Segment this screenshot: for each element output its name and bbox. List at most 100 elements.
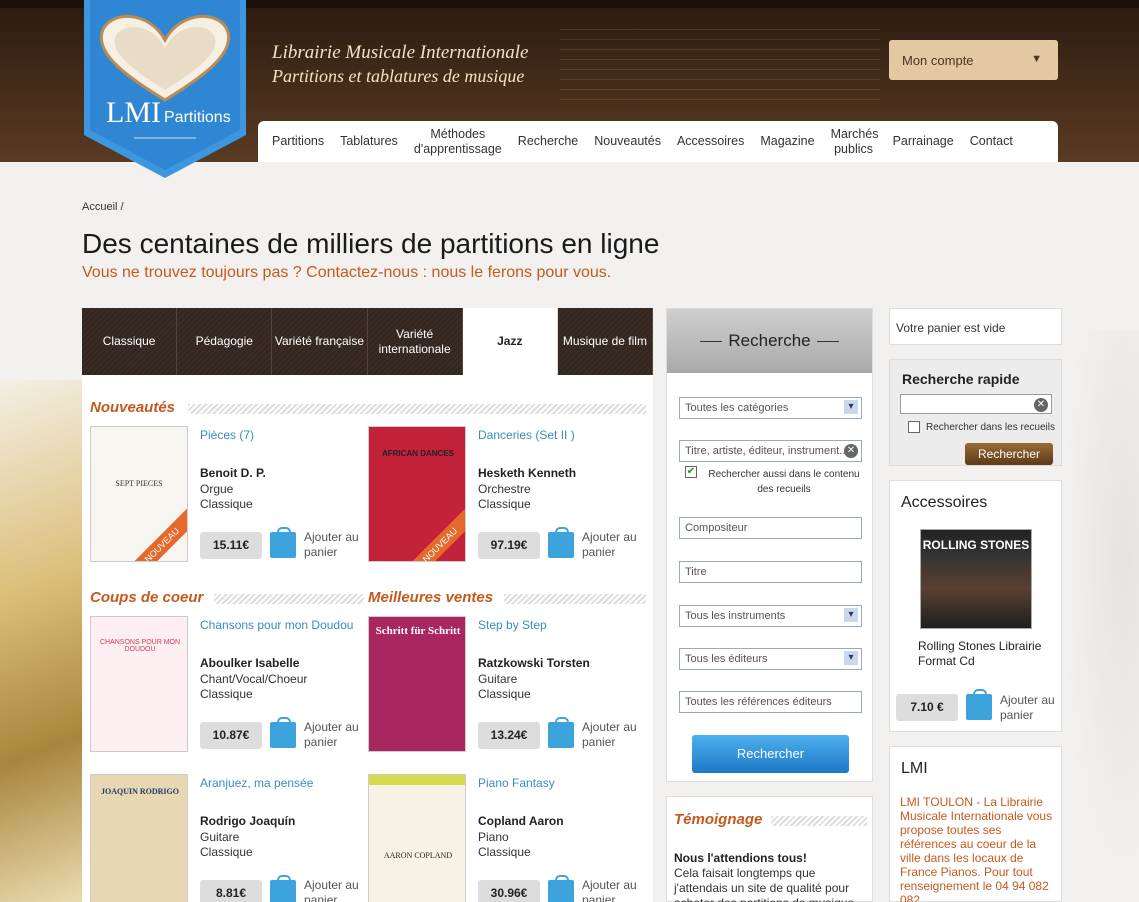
product-title-link[interactable]: Pièces (7) — [200, 428, 254, 442]
search-collections-checkbox[interactable] — [908, 421, 920, 433]
saxophone-decoration — [0, 380, 82, 902]
product-cover[interactable]: CHANSONS POUR MON DOUDOU — [90, 616, 188, 752]
section-meilleures-ventes: Meilleures ventes — [368, 589, 494, 606]
search-query-input[interactable]: Titre, artiste, éditeur, instrument... ✕ — [679, 440, 862, 462]
section-divider — [214, 594, 364, 604]
editor-select[interactable]: Tous les éditeurs — [679, 648, 862, 670]
account-dropdown[interactable]: Mon compte ▼ — [889, 40, 1058, 80]
nav-accessoires[interactable]: Accessoires — [669, 134, 752, 149]
quick-search-heading: Recherche rapide — [902, 371, 1020, 387]
nav-magazine[interactable]: Magazine — [752, 134, 822, 149]
tagline-secondary: Partitions et tablatures de musique — [272, 66, 525, 86]
product-instrument: Guitare — [478, 672, 518, 686]
chevron-down-icon: ▼ — [1031, 53, 1042, 65]
product-instrument: Guitare — [200, 830, 240, 844]
add-to-cart-link[interactable]: Ajouter au panier — [304, 720, 364, 750]
accessories-box: Accessoires ROLLING STONES Rolling Stone… — [889, 480, 1062, 732]
nav-methodes[interactable]: Méthodes d'apprentissage — [406, 127, 510, 157]
nav-nouveautes[interactable]: Nouveautés — [586, 134, 669, 149]
shopping-bag-icon[interactable] — [548, 717, 574, 748]
section-divider — [771, 816, 867, 826]
nav-marches-publics[interactable]: Marchés publics — [823, 127, 885, 157]
nav-recherche[interactable]: Recherche — [510, 134, 586, 149]
composer-input[interactable]: Compositeur — [679, 517, 862, 539]
tab-jazz[interactable]: Jazz — [462, 308, 558, 375]
product-cover[interactable]: JOAQUIN RODRIGO — [90, 774, 188, 902]
clear-icon[interactable]: ✕ — [1034, 398, 1048, 412]
product-cover[interactable]: AFRICAN DANCES NOUVEAU — [368, 426, 466, 562]
product-author: Benoit D. P. — [200, 466, 266, 480]
accessory-cover-title: ROLLING STONES — [922, 538, 1030, 552]
product-cover[interactable]: AARON COPLAND — [368, 774, 466, 902]
nav-parrainage[interactable]: Parrainage — [885, 134, 962, 149]
product-title-link[interactable]: Aranjuez, ma pensée — [200, 776, 313, 790]
search-panel: Recherche Toutes les catégories Titre, a… — [666, 308, 873, 782]
shopping-bag-icon[interactable] — [548, 875, 574, 902]
shopping-bag-icon[interactable] — [270, 717, 296, 748]
nav-contact[interactable]: Contact — [962, 134, 1021, 149]
products-panel: Classique Pédagogie Variété française Va… — [82, 308, 654, 902]
tab-pedagogie[interactable]: Pédagogie — [177, 308, 273, 375]
tab-musique-de-film[interactable]: Musique de film — [557, 308, 654, 375]
tab-variete-internationale[interactable]: Variété internationale — [367, 308, 463, 375]
tab-variete-francaise[interactable]: Variété française — [272, 308, 368, 375]
add-to-cart-link[interactable]: Ajouter au panier — [304, 530, 364, 560]
search-query-placeholder: Titre, artiste, éditeur, instrument... — [685, 445, 849, 457]
accessory-price: 7.10 € — [896, 694, 958, 721]
accessory-cover[interactable]: ROLLING STONES — [920, 529, 1032, 629]
page-title: Des centaines de milliers de partitions … — [82, 228, 660, 259]
product-title-link[interactable]: Piano Fantasy — [478, 776, 555, 790]
cart-box[interactable]: Votre panier est vide — [889, 308, 1062, 345]
add-to-cart-link[interactable]: Ajouter au panier — [582, 878, 642, 902]
product-price: 30.96€ — [478, 880, 540, 902]
add-to-cart-link[interactable]: Ajouter au panier — [304, 878, 364, 902]
quick-search-input[interactable]: ✕ — [900, 394, 1052, 414]
add-to-cart-link[interactable]: Ajouter au panier — [1000, 693, 1060, 723]
account-label: Mon compte — [902, 53, 974, 68]
shopping-bag-icon[interactable] — [270, 527, 296, 558]
product-instrument: Orgue — [200, 482, 234, 496]
section-coups-de-coeur: Coups de coeur — [90, 589, 204, 606]
product-instrument: Chant/Vocal/Choeur — [200, 672, 308, 686]
logo-partitions: Partitions — [164, 109, 231, 126]
product-cover[interactable]: Schritt für Schritt — [368, 616, 466, 752]
product-title-link[interactable]: Danceries (Set II ) — [478, 428, 575, 442]
nav-partitions[interactable]: Partitions — [264, 134, 332, 149]
shopping-bag-icon[interactable] — [548, 527, 574, 558]
cover-title: SEPT PIECES — [115, 479, 163, 488]
cover-title: Schritt für Schritt — [375, 625, 461, 637]
product-card: SEPT PIECES NOUVEAU Pièces (7) Benoit D.… — [82, 426, 360, 566]
site-logo[interactable]: LMI Partitions — [84, 0, 246, 178]
product-title-link[interactable]: Chansons pour mon Doudou — [200, 618, 353, 632]
add-to-cart-link[interactable]: Ajouter au panier — [582, 530, 642, 560]
nouveau-badge: NOUVEAU — [402, 507, 465, 561]
product-card: AFRICAN DANCES NOUVEAU Danceries (Set II… — [360, 426, 638, 566]
search-contents-label: Rechercher aussi dans le contenu des rec… — [708, 469, 860, 495]
editor-reference-input[interactable]: Toutes les références éditeurs — [679, 691, 862, 713]
add-to-cart-link[interactable]: Ajouter au panier — [582, 720, 642, 750]
tab-classique[interactable]: Classique — [82, 308, 178, 375]
product-category: Classique — [478, 845, 531, 859]
breadcrumb[interactable]: Accueil / — [82, 201, 124, 213]
instrument-select[interactable]: Tous les instruments — [679, 605, 862, 627]
search-button[interactable]: Rechercher — [692, 735, 849, 773]
shopping-bag-icon[interactable] — [270, 875, 296, 902]
product-instrument: Orchestre — [478, 482, 531, 496]
product-card: Schritt für Schritt Step by Step Ratzkow… — [360, 616, 638, 756]
cart-status: Votre panier est vide — [896, 321, 1006, 335]
shopping-bag-icon[interactable] — [966, 689, 992, 720]
clear-icon[interactable]: ✕ — [844, 444, 858, 458]
title-input[interactable]: Titre — [679, 561, 862, 583]
logo-lmi: LMI — [106, 96, 161, 129]
accessory-name[interactable]: Rolling Stones Librairie Format Cd — [918, 639, 1048, 669]
product-category: Classique — [478, 687, 531, 701]
testimonial-panel: Témoignage Nous l'attendions tous! Cela … — [666, 796, 873, 902]
nav-tablatures[interactable]: Tablatures — [332, 134, 406, 149]
category-select[interactable]: Toutes les catégories — [679, 397, 862, 419]
product-cover[interactable]: SEPT PIECES NOUVEAU — [90, 426, 188, 562]
quick-search-button[interactable]: Rechercher — [965, 443, 1053, 465]
product-title-link[interactable]: Step by Step — [478, 618, 547, 632]
product-price: 97.19€ — [478, 532, 540, 559]
testimonial-text: Cela faisait longtemps que j'attendais u… — [674, 866, 854, 902]
search-contents-checkbox[interactable]: ✔ — [685, 466, 697, 478]
